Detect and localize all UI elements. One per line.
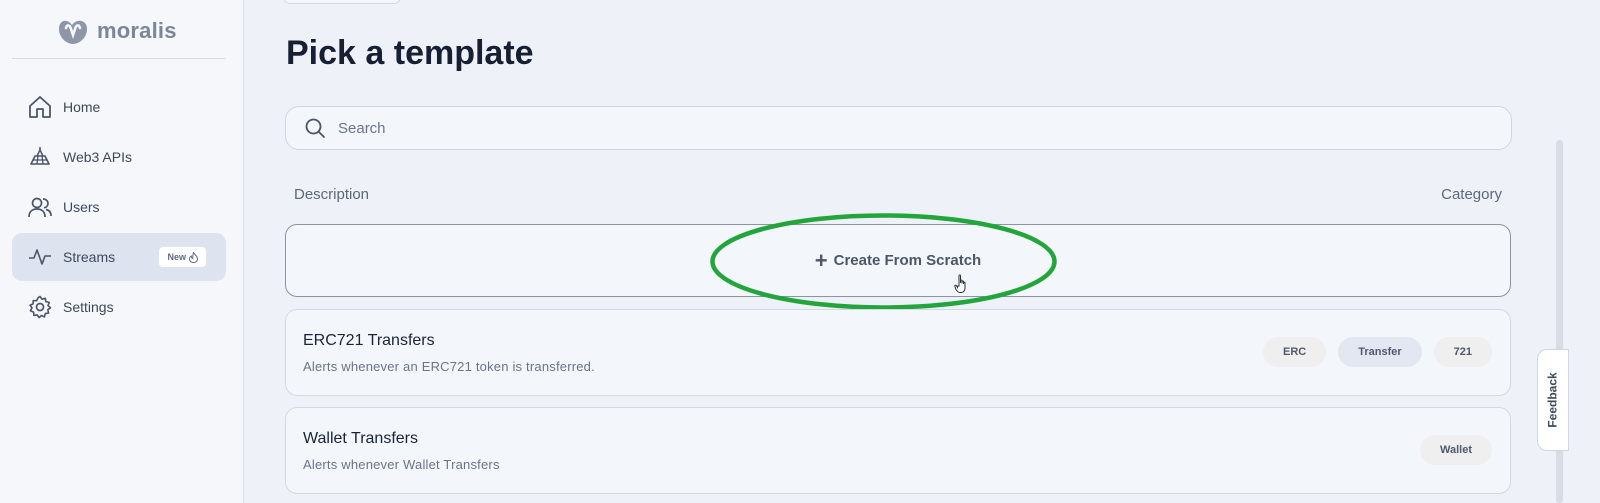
moralis-logo-icon xyxy=(59,20,87,44)
sidebar-item-label: Settings xyxy=(63,299,114,315)
search-icon xyxy=(305,118,325,138)
category-tags: ERC Transfer 721 xyxy=(1262,337,1492,367)
home-icon xyxy=(27,94,53,120)
template-row-erc721-transfers[interactable]: ERC721 Transfers Alerts whenever an ERC7… xyxy=(285,309,1511,396)
users-icon xyxy=(27,194,53,220)
sidebar-item-users[interactable]: Users xyxy=(12,183,226,231)
template-description: Alerts whenever an ERC721 token is trans… xyxy=(303,359,595,374)
category-column-header: Category xyxy=(1441,186,1502,203)
sidebar-item-web3-apis[interactable]: Web3 APIs xyxy=(12,133,226,181)
sidebar-item-label: Home xyxy=(63,99,101,115)
feedback-label: Feedback xyxy=(1546,372,1561,428)
category-tag: ERC xyxy=(1262,337,1327,367)
new-badge: New xyxy=(159,247,206,267)
gear-icon xyxy=(27,294,53,320)
description-column-header: Description xyxy=(294,186,370,203)
sidebar-item-settings[interactable]: Settings xyxy=(12,283,226,331)
page-title: Pick a template xyxy=(286,34,534,72)
web3-apis-icon xyxy=(27,144,53,170)
badge-label: New xyxy=(167,252,186,262)
sidebar-item-home[interactable]: Home xyxy=(12,83,226,131)
category-tag: Transfer xyxy=(1338,337,1422,367)
highlight-ellipse xyxy=(710,213,1057,310)
category-tag: Wallet xyxy=(1420,435,1492,465)
category-tags: Wallet xyxy=(1420,435,1492,465)
logo-divider xyxy=(12,58,226,59)
top-partial-button[interactable] xyxy=(283,0,401,4)
feedback-tab[interactable]: Feedback xyxy=(1537,349,1569,451)
search-bar[interactable] xyxy=(285,106,1512,150)
sidebar-item-label: Streams xyxy=(63,249,116,265)
sidebar-item-label: Web3 APIs xyxy=(63,149,133,165)
logo-text: moralis xyxy=(97,18,177,43)
activity-pulse-icon xyxy=(27,244,53,270)
sidebar: moralis Home Web3 APIs Users Streams New… xyxy=(0,0,244,503)
template-row-wallet-transfers[interactable]: Wallet Transfers Alerts whenever Wallet … xyxy=(285,407,1511,494)
category-tag: 721 xyxy=(1433,337,1492,367)
template-name: Wallet Transfers xyxy=(303,430,418,447)
main-content: Pick a template Description Category + C… xyxy=(245,0,1535,503)
flame-icon xyxy=(189,251,198,263)
sidebar-item-label: Users xyxy=(63,199,100,215)
moralis-logo[interactable]: moralis xyxy=(55,16,177,46)
template-description: Alerts whenever Wallet Transfers xyxy=(303,457,500,472)
sidebar-item-streams[interactable]: Streams New xyxy=(12,233,226,281)
search-input[interactable] xyxy=(338,119,1438,137)
hand-pointer-cursor-icon xyxy=(954,274,966,293)
template-name: ERC721 Transfers xyxy=(303,332,435,349)
